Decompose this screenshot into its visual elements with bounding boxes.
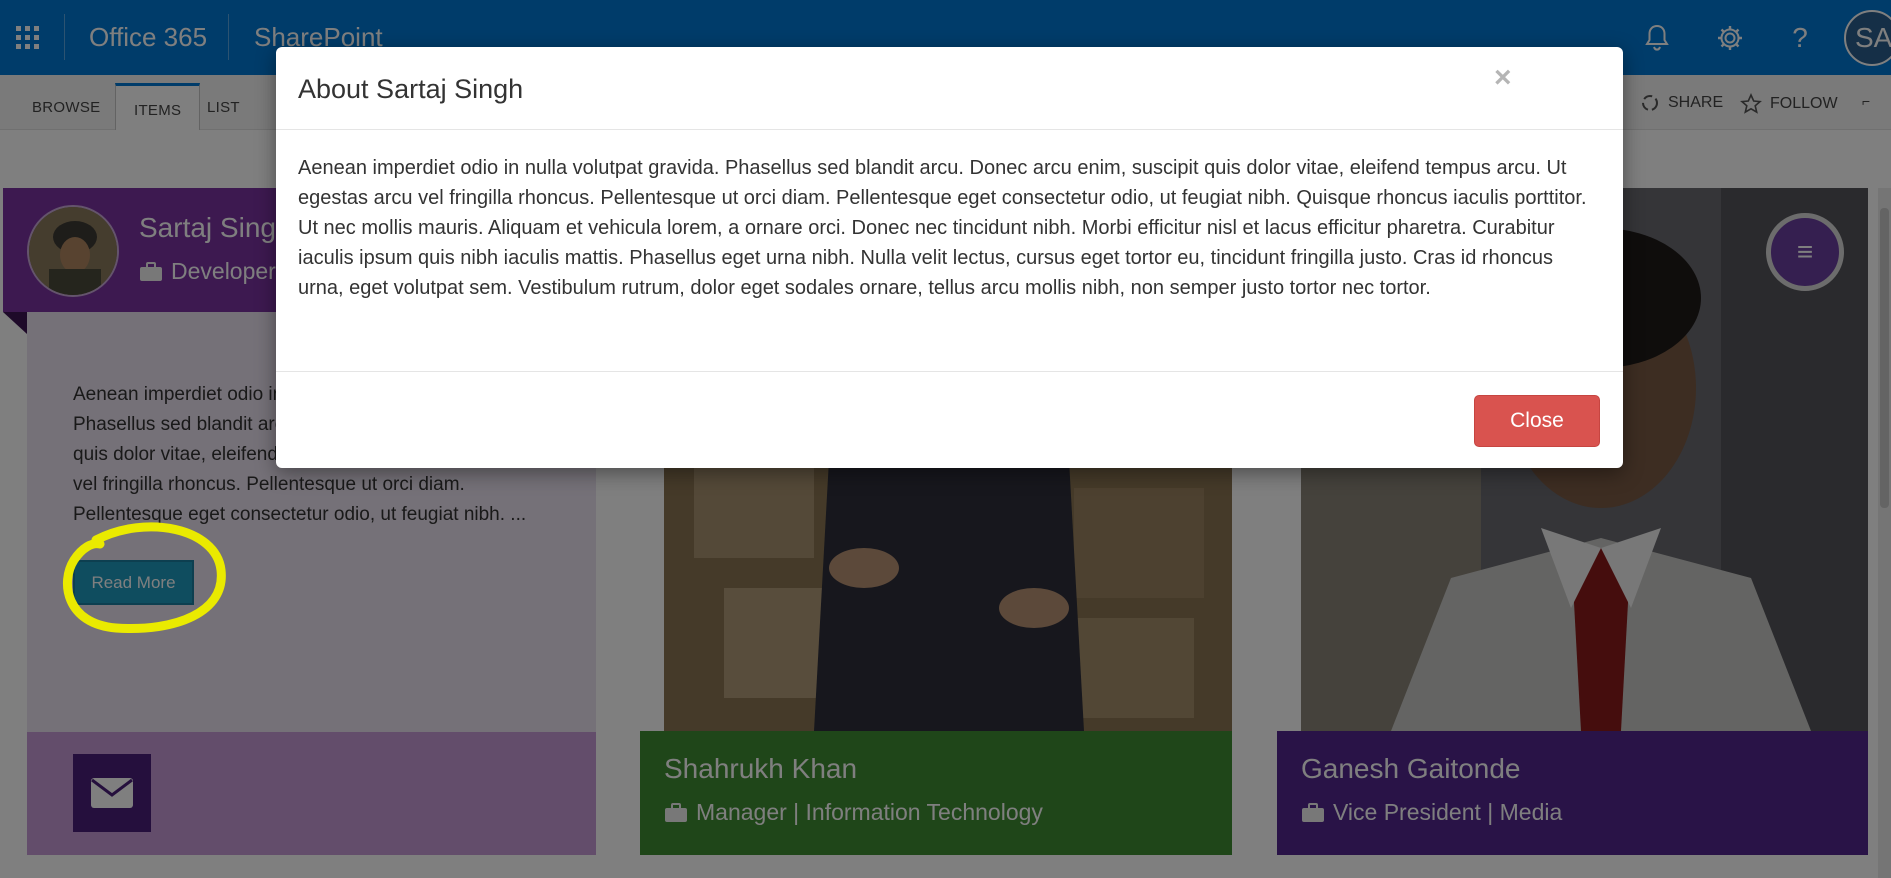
- dialog-footer: Close: [276, 371, 1623, 468]
- close-icon[interactable]: ×: [1494, 61, 1512, 95]
- about-dialog: About Sartaj Singh × Aenean imperdiet od…: [276, 47, 1623, 468]
- close-button[interactable]: Close: [1474, 395, 1600, 447]
- dialog-body-text: Aenean imperdiet odio in nulla volutpat …: [298, 157, 1587, 299]
- dialog-title: About Sartaj Singh: [298, 74, 524, 104]
- dialog-header: About Sartaj Singh ×: [276, 47, 1623, 130]
